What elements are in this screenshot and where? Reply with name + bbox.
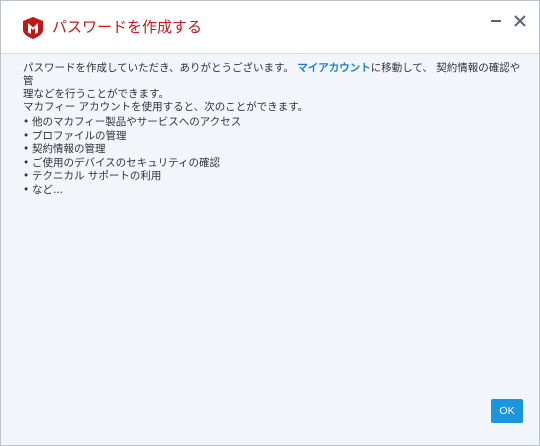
intro-text: パスワードを作成していただき、ありがとうございます。: [23, 62, 294, 74]
close-button[interactable]: [510, 11, 530, 31]
minimize-button[interactable]: [486, 11, 506, 31]
list-item: • 契約情報の管理: [23, 143, 523, 157]
list-item-text: など...: [32, 183, 64, 196]
close-icon: [514, 15, 526, 27]
list-item-text: ご使用のデバイスのセキュリティの確認: [32, 156, 221, 169]
bullet-icon: •: [23, 129, 30, 142]
capabilities-intro: マカフィー アカウントを使用すると、次のことができます。: [23, 101, 309, 113]
bullet-icon: •: [23, 156, 30, 169]
list-item: • 他のマカフィー製品やサービスへのアクセス: [23, 116, 523, 130]
bullet-icon: •: [23, 116, 30, 128]
list-item: • プロファイルの管理: [23, 130, 523, 144]
my-account-link[interactable]: マイアカウント: [297, 62, 371, 74]
bullet-icon: •: [23, 143, 30, 155]
minimize-icon: [491, 20, 501, 22]
list-item: • ご使用のデバイスのセキュリティの確認: [23, 157, 523, 171]
list-item-text: 契約情報の管理: [32, 143, 106, 155]
bullet-icon: •: [23, 183, 30, 196]
list-item: • テクニカル サポートの利用: [23, 170, 523, 184]
dialog-content: パスワードを作成していただき、ありがとうございます。 マイアカウントに移動して、…: [23, 62, 523, 197]
dialog-window: パスワードを作成する パスワードを作成していただき、ありがとうございます。 マイ…: [0, 0, 540, 446]
bullet-icon: •: [23, 170, 30, 182]
list-item-text: プロファイルの管理: [32, 129, 127, 142]
ok-button[interactable]: OK: [491, 399, 523, 423]
intro-text-line2: 理などを行うことができます。: [23, 88, 169, 100]
list-item: • など...: [23, 184, 523, 198]
title-bar: パスワードを作成する: [1, 1, 539, 54]
list-item-text: 他のマカフィー製品やサービスへのアクセス: [32, 116, 242, 128]
capabilities-list: • 他のマカフィー製品やサービスへのアクセス • プロファイルの管理 • 契約情報の管…: [23, 116, 523, 197]
window-title: パスワードを作成する: [52, 18, 203, 36]
mcafee-shield-logo: [23, 17, 43, 39]
intro-paragraph: パスワードを作成していただき、ありがとうございます。 マイアカウントに移動して、…: [23, 62, 523, 101]
list-item-text: テクニカル サポートの利用: [32, 170, 162, 182]
